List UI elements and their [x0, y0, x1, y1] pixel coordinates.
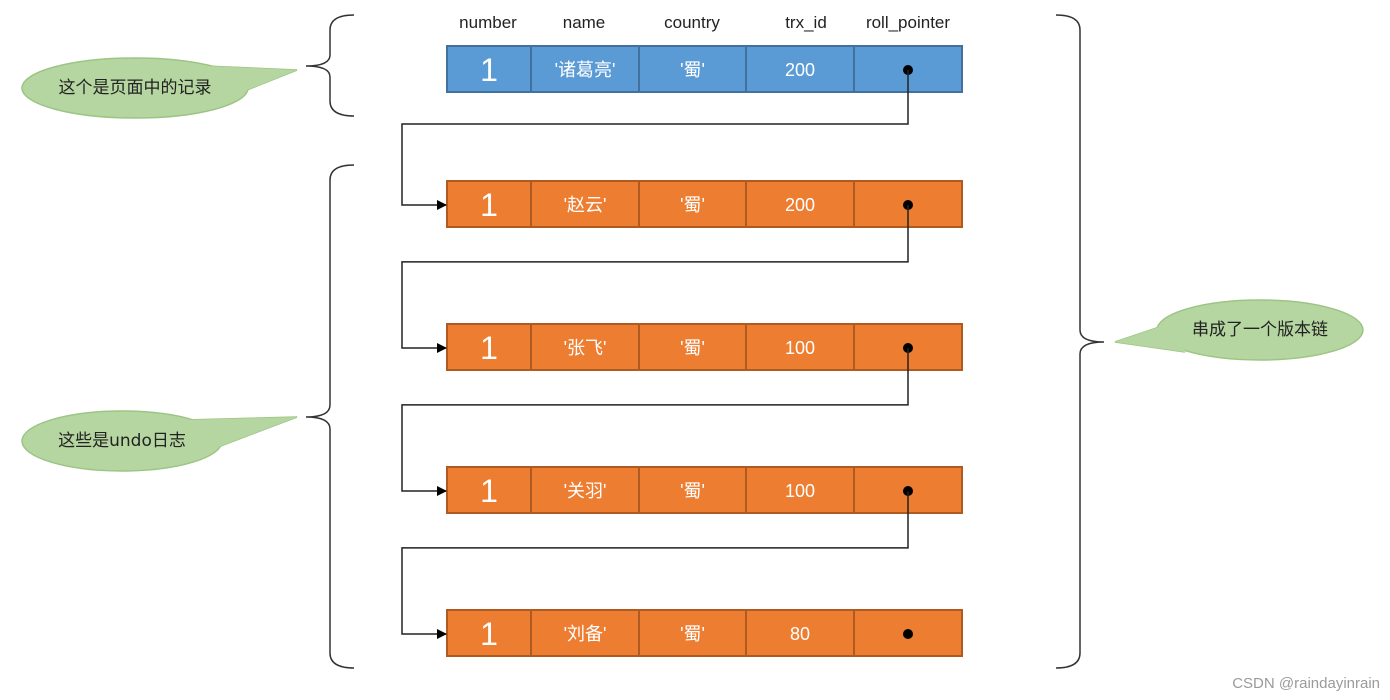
- cell-value-name: '张飞': [564, 338, 607, 358]
- callout-tail-fill: [185, 417, 297, 452]
- undo-log-row: 1 '刘备' '蜀' 80: [446, 609, 963, 657]
- cell-value-trx-id: 200: [785, 60, 815, 80]
- undo-log-row: 1 '关羽' '蜀' 100: [446, 466, 963, 514]
- column-header-trx-id: trx_id: [785, 13, 827, 32]
- cell-value-country: '蜀': [680, 338, 705, 358]
- cell-value-number: 1: [480, 52, 498, 88]
- cell-value-name: '赵云': [564, 195, 607, 215]
- column-header-number: number: [459, 13, 517, 32]
- callout-record: 这个是页面中的记录: [21, 57, 298, 119]
- undo-log-row: 1 '赵云' '蜀' 200: [446, 180, 963, 228]
- cell-value-country: '蜀': [680, 195, 705, 215]
- cell-value-trx-id: 200: [785, 195, 815, 215]
- column-header-roll-pointer: roll_pointer: [866, 13, 950, 32]
- callout-text: 串成了一个版本链: [1192, 320, 1328, 340]
- brace-record: [305, 14, 355, 117]
- callout-text: 这个是页面中的记录: [59, 78, 212, 98]
- brace-chain: [1055, 14, 1105, 669]
- cell-value-country: '蜀': [680, 60, 705, 80]
- cell-value-name: '刘备': [564, 624, 607, 644]
- watermark: CSDN @raindayinrain: [1232, 675, 1380, 692]
- cell-value-trx-id: 100: [785, 338, 815, 358]
- brace-undo: [305, 164, 355, 669]
- cell-value-number: 1: [480, 473, 498, 509]
- cell-value-name: '关羽': [564, 481, 607, 501]
- callout-undo: 这些是undo日志: [21, 410, 298, 472]
- page-record-row: 1 '诸葛亮' '蜀' 200: [446, 45, 963, 93]
- cell-value-country: '蜀': [680, 481, 705, 501]
- cell-value-number: 1: [480, 187, 498, 223]
- roll-pointer-dot: [903, 629, 913, 639]
- column-header-country: country: [664, 13, 720, 32]
- cell-value-trx-id: 80: [790, 624, 810, 644]
- column-header-name: name: [563, 13, 606, 32]
- cell-value-country: '蜀': [680, 624, 705, 644]
- undo-log-row: 1 '张飞' '蜀' 100: [446, 323, 963, 371]
- version-chain-diagram: 这个是页面中的记录这些是undo日志 串成了一个版本链 number name cou…: [21, 13, 1364, 669]
- cell-value-number: 1: [480, 330, 498, 366]
- cell-value-name: '诸葛亮': [555, 60, 616, 80]
- callout-chain: 串成了一个版本链: [1114, 299, 1364, 361]
- callout-text: 这些是undo日志: [58, 431, 186, 451]
- cell-value-number: 1: [480, 616, 498, 652]
- cell-value-trx-id: 100: [785, 481, 815, 501]
